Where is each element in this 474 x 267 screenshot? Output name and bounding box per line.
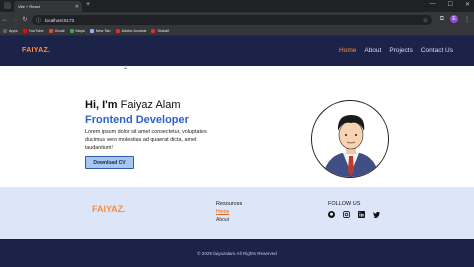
nav-projects[interactable]: Projects [389, 47, 412, 54]
apps-grid-icon [3, 29, 7, 33]
bookmark-item[interactable]: Gmail [48, 29, 65, 33]
bookmark-label: YouTube [28, 29, 44, 33]
copyright-bar: © 2025 faiyazalam.All Rights Reserved [0, 239, 474, 267]
maximize-icon[interactable]: ☐ [448, 1, 453, 8]
profile-avatar[interactable]: E [450, 15, 458, 23]
site-info-icon[interactable]: ⓘ [36, 17, 41, 24]
browser-tabstrip: Vite + React ✕ + — ☐ ✕ [0, 0, 474, 12]
linkedin-icon[interactable] [358, 211, 365, 218]
acrobat-icon [115, 29, 120, 33]
bookmark-label: Apps [9, 29, 18, 33]
close-window-icon[interactable]: ✕ [465, 1, 470, 8]
back-icon[interactable]: ← [0, 17, 10, 23]
site-navbar: FAIYAZ. Home About Projects Contact Us [0, 36, 474, 66]
follow-heading: FOLLOW US [328, 201, 361, 207]
minimize-icon[interactable]: — [430, 1, 436, 8]
download-cv-button[interactable]: Download CV [85, 156, 134, 169]
tab-search-icon[interactable] [4, 2, 11, 9]
toolbar-right: ⧉ E ⋮ [440, 15, 470, 23]
bookmark-item[interactable]: YouTube [22, 29, 44, 33]
bookmark-item[interactable]: Maps [69, 29, 85, 33]
hero-greeting: Hi, I'm Faiyaz Alam [85, 99, 181, 111]
hero-name: Faiyaz Alam [120, 99, 181, 111]
window-controls: — ☐ ✕ [430, 1, 470, 8]
tab-close-icon[interactable]: ✕ [75, 4, 82, 10]
youtube-icon [22, 29, 27, 33]
person-illustration-icon [322, 115, 380, 177]
footer-link-about[interactable]: About [216, 217, 242, 223]
web-page: FAIYAZ. Home About Projects Contact Us ⌶… [0, 36, 474, 267]
bookmark-star-icon[interactable]: ☆ [423, 17, 428, 24]
reload-icon[interactable]: ↻ [20, 16, 30, 23]
nav-contact[interactable]: Contact Us [421, 47, 453, 54]
site-footer: FAIYAZ. Resources Home About FOLLOW US [0, 187, 474, 239]
footer-logo[interactable]: FAIYAZ. [92, 204, 126, 214]
site-menu: Home About Projects Contact Us [339, 47, 453, 54]
bookmark-label: Adobe Acrobat [121, 29, 147, 33]
bookmarks-bar: Apps YouTube Gmail Maps New Tab Adobe Ac… [0, 27, 474, 36]
gmail-icon [48, 29, 53, 33]
instagram-icon[interactable] [343, 211, 350, 218]
bookmark-item[interactable]: Adobe Acrobat [115, 29, 147, 33]
browser-toolbar: ← → ↻ ⓘ localhost:5173 ☆ ⧉ E ⋮ [0, 12, 474, 27]
bookmark-item[interactable]: Apps [3, 29, 18, 33]
bookmark-item[interactable]: Sinkalf [151, 29, 169, 33]
footer-link-home[interactable]: Home [216, 209, 242, 215]
profile-illustration [311, 100, 389, 178]
resources-heading: Resources [216, 201, 243, 207]
hero-description: Lorem ipsum dolor sit amet consectetur, … [85, 129, 207, 151]
bookmark-label: Sinkalf [157, 29, 169, 33]
nav-home[interactable]: Home [339, 47, 356, 54]
maps-icon [69, 29, 74, 33]
tab-title: Vite + React [18, 4, 40, 9]
social-links [328, 211, 380, 218]
site-logo[interactable]: FAIYAZ. [22, 47, 50, 54]
greeting-text: Hi, I'm [85, 99, 121, 111]
forward-icon[interactable]: → [10, 17, 20, 23]
copyright-text: © 2025 faiyazalam.All Rights Reserved [197, 250, 277, 256]
new-tab-button[interactable]: + [86, 1, 90, 8]
text-cursor-icon: ⌶ [124, 65, 128, 71]
bookmark-label: New Tab [95, 29, 111, 33]
footer-resources: Resources Home About [216, 201, 242, 223]
menu-kebab-icon[interactable]: ⋮ [464, 16, 470, 23]
hero-role: Frontend Developer [85, 114, 189, 126]
nav-about[interactable]: About [364, 47, 381, 54]
address-bar[interactable]: ⓘ localhost:5173 ☆ [32, 15, 432, 25]
address-url[interactable]: localhost:5173 [45, 18, 423, 23]
bookmark-label: Maps [75, 29, 85, 33]
new-tab-icon [89, 29, 94, 33]
bookmark-label: Gmail [54, 29, 65, 33]
extensions-icon[interactable]: ⧉ [440, 16, 444, 23]
github-icon[interactable] [328, 211, 335, 218]
bookmark-item[interactable]: New Tab [89, 29, 111, 33]
browser-tab[interactable]: Vite + React ✕ [14, 1, 82, 12]
twitter-icon[interactable] [373, 211, 380, 218]
bookmark-favicon [151, 29, 156, 33]
footer-follow: FOLLOW US [328, 201, 380, 218]
